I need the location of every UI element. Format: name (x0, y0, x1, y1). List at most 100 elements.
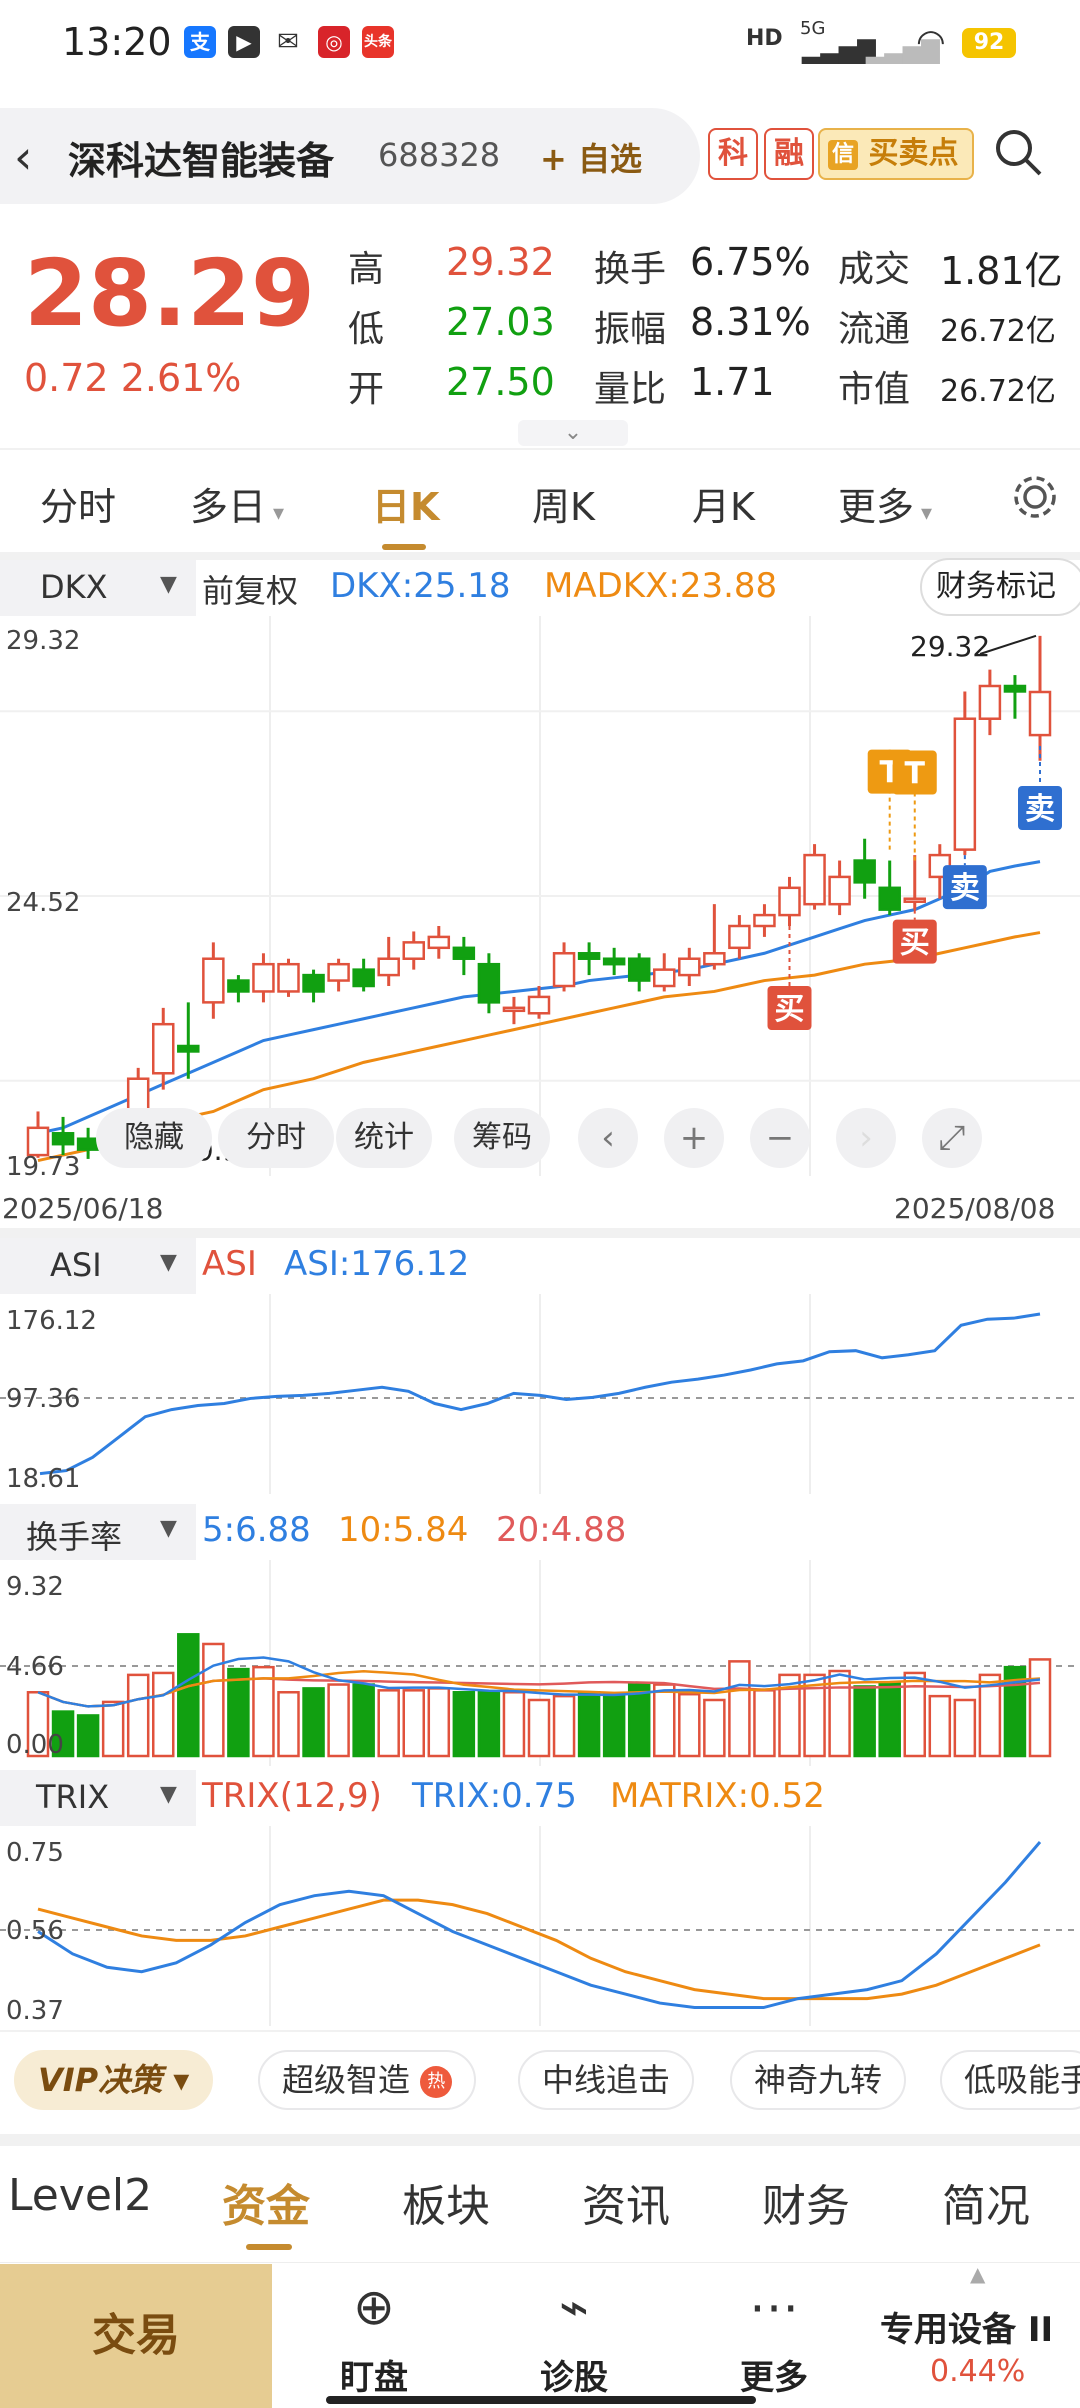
more-icon[interactable]: ⋯ (714, 2278, 834, 2336)
finance-mark-button[interactable]: 财务标记 (920, 558, 1080, 616)
turnover-bar (402, 1689, 425, 1758)
tab-3[interactable]: 周K (532, 476, 595, 531)
stock-name: 深科达智能装备 (68, 139, 335, 183)
chip-super-smart[interactable]: 超级智造 热 (258, 2050, 477, 2110)
search-icon[interactable] (992, 126, 1044, 178)
trade-button[interactable]: 交易 (0, 2264, 272, 2408)
more-label[interactable]: 更多 (714, 2350, 834, 2399)
turnover-bar (653, 1683, 676, 1758)
next-icon[interactable]: › (836, 1108, 896, 1168)
candle-body (728, 924, 751, 950)
turnover-bar (853, 1685, 876, 1758)
madkx-value: MADKX:23.88 (544, 566, 778, 606)
candle-body (878, 886, 901, 911)
quote-label: 流通 (838, 309, 911, 350)
dkx-value: DKX:25.18 (330, 566, 511, 606)
tab-0[interactable]: 分时 (40, 476, 116, 531)
wechat-icon: ✉ (272, 26, 304, 58)
diagnose-label[interactable]: 诊股 (514, 2350, 634, 2399)
sector-change: 0.44% (930, 2354, 1026, 2389)
tab-4[interactable]: 月K (692, 476, 755, 531)
sell-signal-2-text: 卖 (1025, 792, 1055, 827)
home-indicator (326, 2396, 756, 2404)
bottom-tab-2[interactable]: 板块 (402, 2170, 490, 2234)
status-time: 13:20 (62, 20, 172, 64)
vip-decision-chip[interactable]: VIP决策 ▾ (14, 2050, 214, 2110)
zoom-out-icon[interactable]: − (750, 1108, 810, 1168)
quote-value: 1.81亿 (940, 249, 1063, 293)
date-end: 2025/08/08 (894, 1192, 1056, 1225)
turnover-bar (878, 1681, 901, 1758)
quote-label: 量比 (594, 369, 667, 410)
chip-midline[interactable]: 中线追击 (518, 2050, 695, 2110)
asi-chart (0, 1294, 1080, 1494)
settings-icon[interactable] (1010, 472, 1060, 522)
stats-button[interactable]: 统计 (336, 1108, 432, 1168)
fullscreen-icon[interactable]: ⤢ (922, 1108, 982, 1168)
chip-magic-nine[interactable]: 神奇九转 (730, 2050, 907, 2110)
chip-low-buy[interactable]: 低吸能手 (940, 2050, 1080, 2110)
candle-body (227, 979, 250, 993)
alipay-icon: 支 (184, 26, 216, 58)
turnover-bar (703, 1698, 726, 1758)
back-icon[interactable]: ‹ (14, 130, 32, 184)
tab-1[interactable]: 多日 ▾ (190, 476, 284, 531)
matrix-value: MATRIX:0.52 (610, 1776, 825, 1816)
y-axis-bottom: 19.73 (6, 1152, 81, 1182)
bottom-tab-4[interactable]: 财务 (762, 2170, 850, 2234)
quote-label: 高 (348, 249, 385, 290)
candle-body (352, 968, 375, 988)
add-favorite-button[interactable]: + 自选 (540, 134, 642, 180)
bottom-tab-0[interactable]: Level2 (8, 2170, 152, 2221)
watch-icon[interactable]: ⊕ (314, 2278, 434, 2336)
bottom-tab-1[interactable]: 资金 (222, 2170, 310, 2234)
star-market-tag[interactable]: 科 (708, 128, 758, 180)
candle-body (803, 853, 826, 906)
candlestick-chart[interactable]: 买买卖卖T T (0, 616, 1080, 1176)
divider (0, 448, 1080, 450)
candle-body (627, 957, 651, 982)
bottom-tab-3[interactable]: 资讯 (582, 2170, 670, 2234)
indicator-selector-turnover[interactable]: 换手率 ▼ (0, 1504, 196, 1560)
watch-label[interactable]: 盯盘 (314, 2350, 434, 2399)
tab-2[interactable]: 日K (372, 476, 439, 531)
candle-body (402, 941, 425, 960)
indicator-selector-trix[interactable]: TRIX ▼ (0, 1770, 196, 1826)
chips-button[interactable]: 筹码 (454, 1108, 550, 1168)
buy-sell-point-button[interactable]: 信 买卖点 (818, 128, 974, 180)
trix-title: TRIX(12,9) (202, 1776, 382, 1816)
expand-quote-icon[interactable]: ⌄ (518, 420, 628, 446)
candle-body (828, 875, 851, 906)
sector-name[interactable]: 专用设备 II (880, 2302, 1053, 2351)
turnover-bar (753, 1689, 776, 1758)
candle-body (277, 962, 300, 993)
turnover-bar (277, 1691, 300, 1758)
zoom-in-icon[interactable]: + (664, 1108, 724, 1168)
turnover-bar (202, 1642, 225, 1758)
prev-icon[interactable]: ‹ (578, 1108, 638, 1168)
candle-body (527, 995, 551, 1015)
bottom-tab-5[interactable]: 简况 (942, 2170, 1030, 2234)
candle-body (653, 968, 676, 988)
status-bar: 13:20 支 ▶ ✉ ◎ 头条 HD 5G ▂▃▅▇ ▂▃▅▇ ◠ 92 (0, 0, 1080, 86)
adjust-mode[interactable]: 前复权 (202, 566, 298, 612)
battery-level: 92 (962, 28, 1016, 58)
buy-signal-2-text: 买 (900, 926, 930, 961)
hide-button[interactable]: 隐藏 (96, 1108, 212, 1168)
indicator-selector-dkx[interactable]: DKX ▼ (0, 560, 196, 616)
quote-label: 成交 (838, 249, 911, 290)
candle-body (202, 957, 225, 1004)
margin-tag[interactable]: 融 (764, 128, 814, 180)
dropdown-icon: ▾ (266, 501, 285, 526)
candle-body (177, 1044, 200, 1053)
candle-body (903, 897, 926, 903)
quote-label: 振幅 (594, 309, 667, 350)
tab-5[interactable]: 更多 ▾ (838, 476, 932, 531)
divider (0, 2134, 1080, 2146)
diagnose-icon[interactable]: ⌁ (514, 2278, 634, 2336)
indicator-selector-asi[interactable]: ASI ▼ (0, 1238, 196, 1294)
turnover-bar (477, 1691, 501, 1758)
fenshi-button[interactable]: 分时 (218, 1108, 334, 1168)
divider (0, 552, 1080, 560)
quote-label: 开 (348, 369, 385, 410)
